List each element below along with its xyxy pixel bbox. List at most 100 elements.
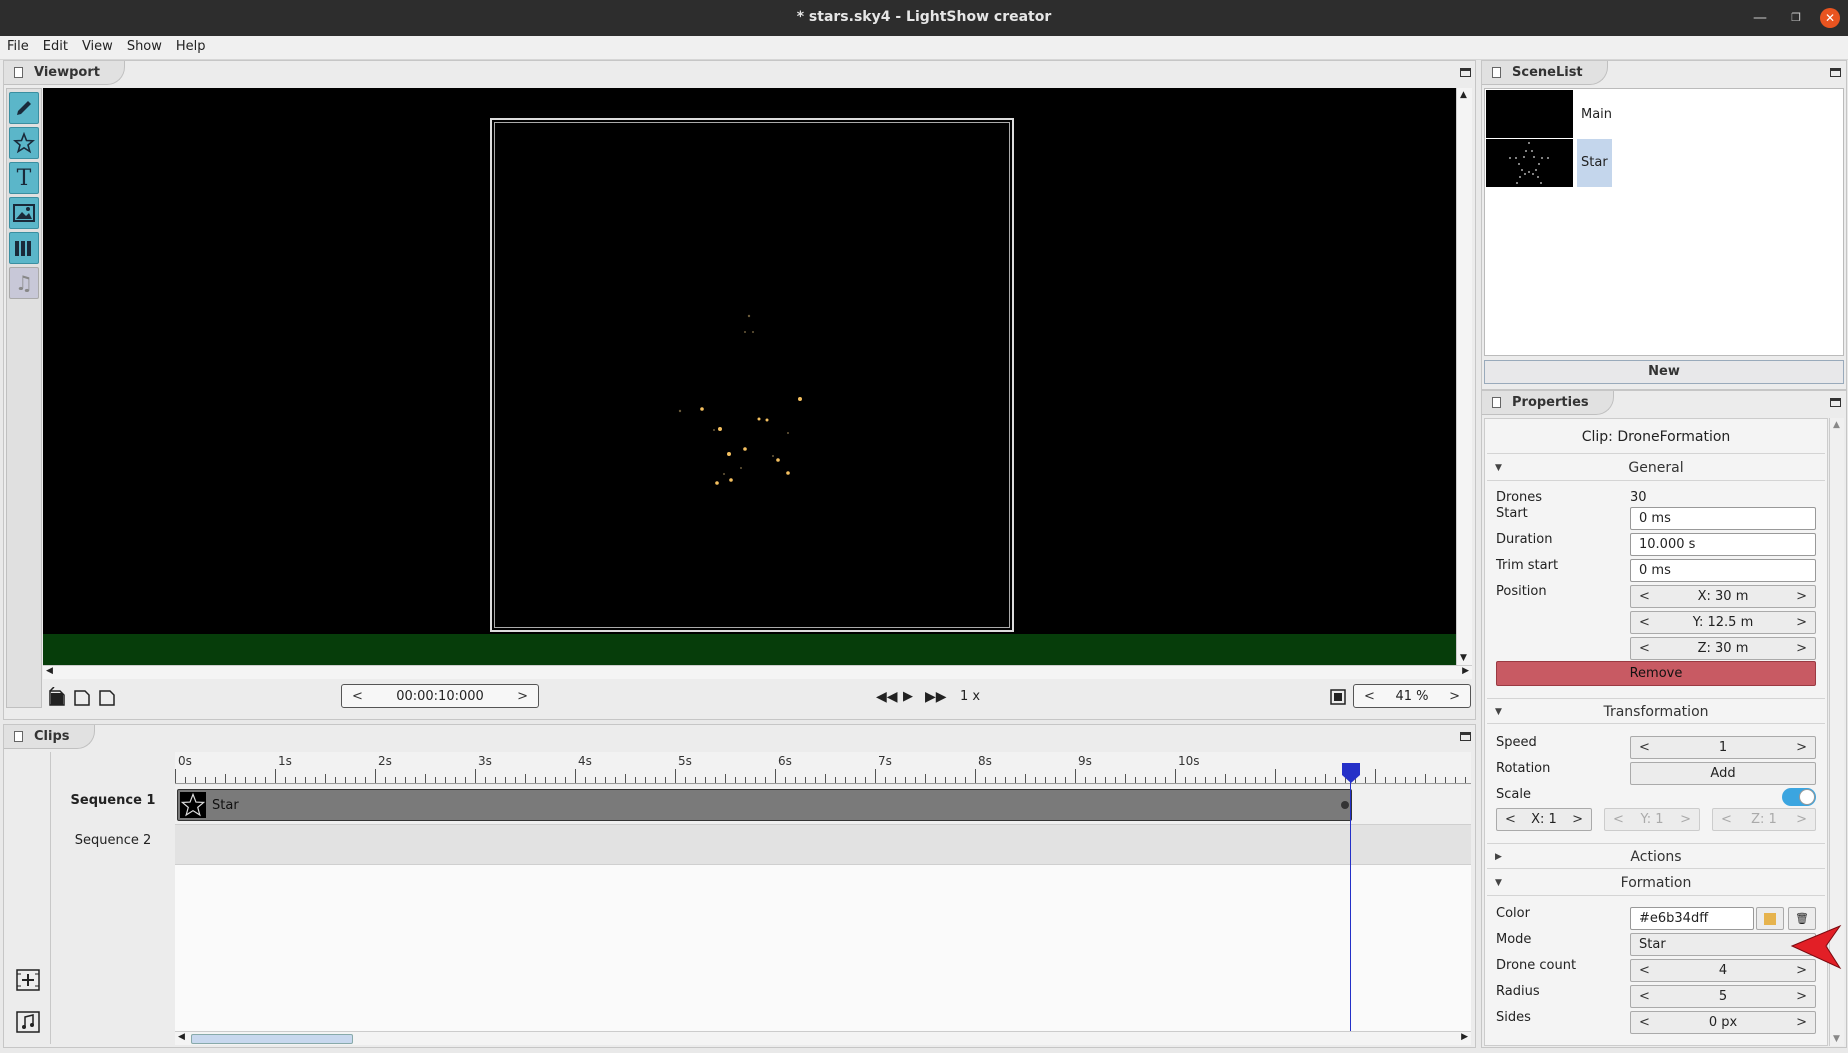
maximize-icon[interactable] bbox=[1460, 68, 1471, 77]
clips-scroll-thumb[interactable] bbox=[191, 1034, 353, 1044]
ruler-tick bbox=[375, 769, 376, 783]
time-prev-button[interactable]: < bbox=[352, 689, 363, 704]
section-actions[interactable]: ▶ Actions bbox=[1487, 843, 1825, 869]
library-tool[interactable] bbox=[9, 232, 39, 264]
scroll-up-icon[interactable]: ▲ bbox=[1833, 420, 1840, 430]
star-tool[interactable] bbox=[9, 127, 39, 159]
time-stepper[interactable]: < 00:00:10:000 > bbox=[341, 684, 539, 708]
color-field[interactable]: #e6b34dff bbox=[1630, 907, 1754, 930]
close-icon[interactable]: ✕ bbox=[1820, 8, 1840, 28]
maximize-icon[interactable] bbox=[1830, 68, 1841, 77]
ruler-tick bbox=[785, 777, 786, 783]
image-tool[interactable] bbox=[9, 197, 39, 229]
section-transformation[interactable]: ▼ Transformation bbox=[1487, 698, 1825, 724]
new-scene-button[interactable]: New bbox=[1484, 360, 1844, 384]
ruler-tick bbox=[535, 777, 536, 783]
properties-tab[interactable]: Properties bbox=[1482, 391, 1614, 415]
scene-label-main[interactable]: Main bbox=[1577, 103, 1616, 126]
menu-view[interactable]: View bbox=[75, 36, 120, 57]
position-x-stepper[interactable]: < X: 30 m > bbox=[1630, 585, 1816, 608]
maximize-icon[interactable] bbox=[1460, 732, 1471, 741]
maximize-icon[interactable] bbox=[1830, 398, 1841, 407]
drone-count-stepper[interactable]: <4 > bbox=[1630, 959, 1816, 982]
scroll-down-icon[interactable]: ▼ bbox=[1460, 653, 1467, 663]
menu-file[interactable]: File bbox=[0, 36, 36, 57]
rotation-add-button[interactable]: Add bbox=[1630, 762, 1816, 785]
scroll-up-icon[interactable]: ▲ bbox=[1460, 90, 1467, 100]
duration-field[interactable]: 10.000 s bbox=[1630, 533, 1816, 556]
ruler-tick bbox=[565, 777, 566, 783]
scroll-down-icon[interactable]: ▼ bbox=[1833, 1034, 1840, 1044]
ruler-tick bbox=[465, 777, 466, 783]
fit-to-view-icon[interactable] bbox=[1329, 688, 1347, 706]
sides-stepper[interactable]: <0 px > bbox=[1630, 1011, 1816, 1034]
zoom-out-button[interactable]: < bbox=[1364, 689, 1375, 704]
remove-button[interactable]: Remove bbox=[1496, 661, 1816, 686]
viewport-canvas[interactable] bbox=[43, 88, 1456, 665]
ruler-label: 2s bbox=[378, 754, 392, 768]
scene-label-star[interactable]: Star bbox=[1577, 139, 1612, 187]
view-mode-icons[interactable] bbox=[48, 687, 118, 709]
radius-stepper[interactable]: <5 > bbox=[1630, 985, 1816, 1008]
section-general[interactable]: ▼ General bbox=[1487, 455, 1825, 481]
sequence-track-2[interactable] bbox=[175, 825, 1471, 865]
scroll-right-icon[interactable]: ▶ bbox=[1461, 1032, 1468, 1042]
time-next-button[interactable]: > bbox=[517, 689, 528, 704]
sequence-label-1[interactable]: Sequence 1 bbox=[51, 793, 175, 808]
scroll-left-icon[interactable]: ◀ bbox=[46, 666, 53, 676]
viewport-tab[interactable]: Viewport bbox=[4, 61, 125, 85]
mode-select[interactable]: Star bbox=[1630, 933, 1816, 956]
ruler-tick bbox=[665, 777, 666, 783]
zoom-in-button[interactable]: > bbox=[1449, 689, 1460, 704]
scenelist-tab[interactable]: SceneList bbox=[1482, 61, 1608, 85]
scale-toggle[interactable] bbox=[1782, 788, 1816, 806]
ruler-tick bbox=[675, 769, 676, 783]
ruler-tick bbox=[285, 777, 286, 783]
menu-help[interactable]: Help bbox=[169, 36, 213, 57]
rewind-icon[interactable]: ◀◀ bbox=[876, 689, 898, 705]
timeline-ruler[interactable]: 0s 1s 2s 3s 4s 5s 6s 7s 8s 9s 10s bbox=[175, 752, 1471, 784]
speed-stepper[interactable]: <1 > bbox=[1630, 736, 1816, 759]
ruler-tick bbox=[1015, 777, 1016, 783]
drone-dots bbox=[678, 314, 802, 485]
add-audio-icon[interactable] bbox=[15, 1010, 41, 1034]
ruler-tick bbox=[845, 777, 846, 783]
menu-show[interactable]: Show bbox=[120, 36, 169, 57]
clip-end-handle[interactable] bbox=[1341, 801, 1349, 809]
position-z-stepper[interactable]: < Z: 30 m > bbox=[1630, 637, 1816, 660]
scene-thumbnail-main[interactable] bbox=[1486, 90, 1573, 138]
clips-tab[interactable]: Clips bbox=[4, 725, 95, 749]
menu-edit[interactable]: Edit bbox=[36, 36, 75, 57]
ruler-tick bbox=[705, 777, 706, 783]
ruler-tick bbox=[245, 777, 246, 783]
scale-x-stepper[interactable]: < X: 1 > bbox=[1496, 808, 1592, 831]
scroll-right-icon[interactable]: ▶ bbox=[1462, 666, 1469, 676]
start-field[interactable]: 0 ms bbox=[1630, 507, 1816, 530]
playhead-marker[interactable] bbox=[1340, 763, 1362, 783]
color-picker-button[interactable] bbox=[1756, 907, 1784, 930]
ruler-tick bbox=[1385, 777, 1386, 783]
fast-forward-icon[interactable]: ▶▶ bbox=[925, 689, 947, 705]
pencil-tool[interactable] bbox=[9, 92, 39, 124]
color-swatch bbox=[1764, 913, 1776, 925]
zoom-stepper[interactable]: < 41 % > bbox=[1353, 684, 1471, 708]
music-tool[interactable]: ♫ bbox=[9, 267, 39, 299]
viewport-vertical-scrollbar[interactable]: ▲ ▼ bbox=[1456, 88, 1472, 665]
tool-palette: T ♫ bbox=[6, 88, 42, 708]
viewport-horizontal-scrollbar[interactable]: ◀ ▶ bbox=[43, 665, 1472, 679]
minimize-icon[interactable]: — bbox=[1750, 8, 1770, 28]
sequence-track-1[interactable]: Star bbox=[175, 785, 1471, 825]
scroll-left-icon[interactable]: ◀ bbox=[178, 1032, 185, 1042]
section-formation[interactable]: ▼ Formation bbox=[1487, 870, 1825, 896]
restore-icon[interactable]: ❐ bbox=[1786, 8, 1806, 28]
add-sequence-icon[interactable] bbox=[15, 968, 41, 992]
clip-star[interactable]: Star bbox=[177, 789, 1352, 821]
position-y-stepper[interactable]: < Y: 12.5 m > bbox=[1630, 611, 1816, 634]
scene-thumbnail-star[interactable] bbox=[1486, 139, 1573, 187]
text-tool[interactable]: T bbox=[9, 162, 39, 194]
expand-icon: ▼ bbox=[1495, 707, 1502, 717]
clips-horizontal-scrollbar[interactable]: ◀ ▶ bbox=[175, 1031, 1471, 1045]
play-icon[interactable]: ▶ bbox=[903, 689, 913, 704]
sequence-label-2[interactable]: Sequence 2 bbox=[51, 833, 175, 848]
trim-start-field[interactable]: 0 ms bbox=[1630, 559, 1816, 582]
